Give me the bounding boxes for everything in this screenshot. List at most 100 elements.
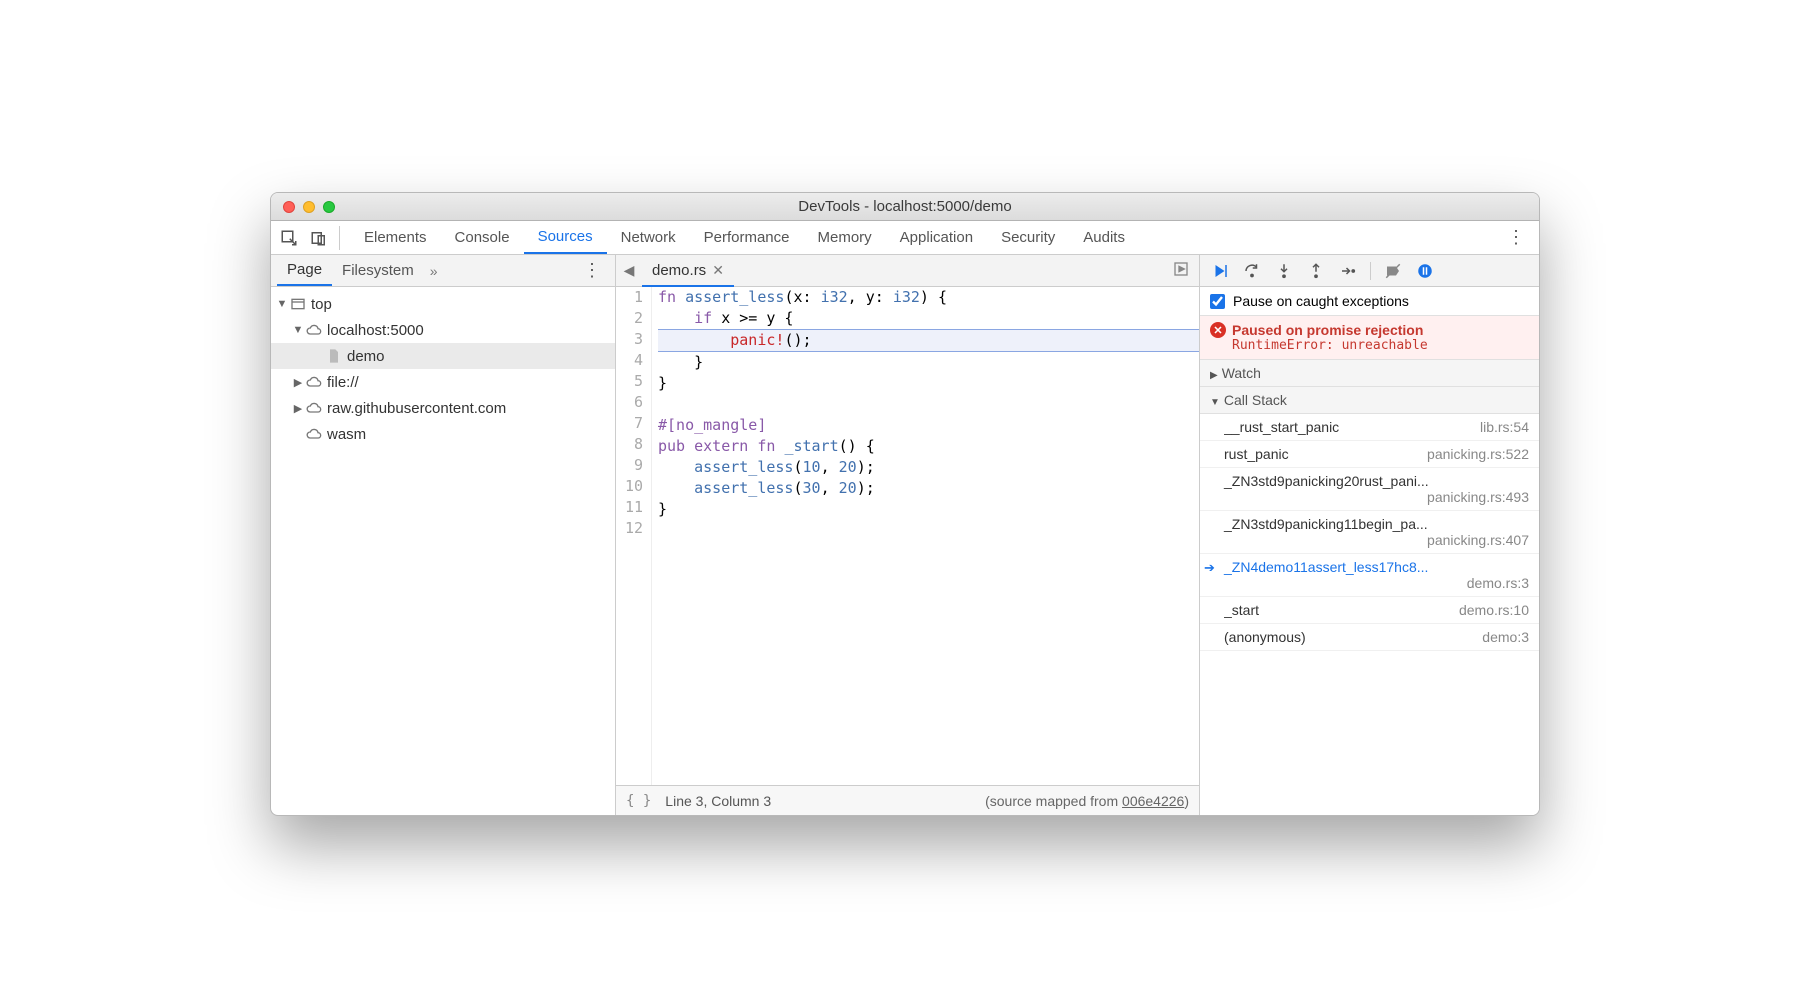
tab-performance[interactable]: Performance	[690, 221, 804, 254]
stack-frame-location: demo.rs:10	[1453, 602, 1529, 618]
editor-tab-demo-rs[interactable]: demo.rs ✕	[642, 256, 734, 287]
deactivate-breakpoints-button[interactable]	[1379, 259, 1407, 283]
stack-frame-function: _ZN4demo11assert_less17hc8...	[1224, 559, 1428, 575]
main-tabs-row: ElementsConsoleSourcesNetworkPerformance…	[271, 221, 1539, 255]
cloud-icon	[305, 321, 323, 339]
window-icon	[289, 295, 307, 313]
main-tabs-more-icon[interactable]: ⋮	[1499, 227, 1533, 248]
stack-frame-location: panicking.rs:522	[1421, 446, 1529, 462]
window-title: DevTools - localhost:5000/demo	[271, 198, 1539, 215]
stack-frame[interactable]: __rust_start_panic lib.rs:54	[1200, 414, 1539, 441]
tree-host-label: localhost:5000	[327, 322, 424, 339]
cursor-position: Line 3, Column 3	[665, 793, 771, 809]
tree-file-scheme-label: file://	[327, 374, 359, 391]
error-icon: ✕	[1210, 322, 1226, 338]
cloud-icon	[305, 399, 323, 417]
file-icon	[325, 347, 343, 365]
titlebar: DevTools - localhost:5000/demo	[271, 193, 1539, 221]
stack-frame[interactable]: ➔ _ZN4demo11assert_less17hc8...demo.rs:3	[1200, 554, 1539, 597]
navigator-tab-page[interactable]: Page	[277, 255, 332, 286]
code-line-6[interactable]	[658, 394, 1199, 415]
stack-frame-function: (anonymous)	[1224, 629, 1306, 645]
editor-nav-back-icon[interactable]: ◀	[616, 262, 642, 279]
stack-frame[interactable]: _ZN3std9panicking20rust_pani...panicking…	[1200, 468, 1539, 511]
tab-application[interactable]: Application	[886, 221, 987, 254]
device-toolbar-icon[interactable]	[307, 226, 331, 250]
code-line-8[interactable]: pub extern fn _start() {	[658, 436, 1199, 457]
resume-button[interactable]	[1206, 259, 1234, 283]
devtools-window: DevTools - localhost:5000/demo ElementsC…	[270, 192, 1540, 816]
code-line-4[interactable]: }	[658, 352, 1199, 373]
navigator-menu-icon[interactable]: ⋮	[575, 260, 609, 281]
code-line-3[interactable]: panic!();	[658, 329, 1199, 352]
tab-network[interactable]: Network	[607, 221, 690, 254]
stack-frame-function: _ZN3std9panicking20rust_pani...	[1224, 473, 1429, 489]
tree-file-label: demo	[347, 348, 385, 365]
stack-frame-function: __rust_start_panic	[1224, 419, 1339, 435]
source-map-link[interactable]: 006e4226	[1122, 793, 1184, 809]
code-line-5[interactable]: }	[658, 373, 1199, 394]
tree-file-scheme[interactable]: ▶ file://	[271, 369, 615, 395]
stack-frame-function: _ZN3std9panicking11begin_pa...	[1224, 516, 1428, 532]
pause-reason-alert: ✕Paused on promise rejection RuntimeErro…	[1200, 316, 1539, 360]
tree-wasm-label: wasm	[327, 426, 366, 443]
watch-section-label: Watch	[1222, 365, 1261, 381]
step-out-button[interactable]	[1302, 259, 1330, 283]
format-code-button[interactable]: { }	[626, 793, 651, 809]
tab-security[interactable]: Security	[987, 221, 1069, 254]
current-frame-arrow-icon: ➔	[1204, 560, 1215, 576]
tree-raw-github-label: raw.githubusercontent.com	[327, 400, 506, 417]
stack-frame-location: demo.rs:3	[1224, 575, 1529, 591]
callstack-section-header[interactable]: Call Stack	[1200, 387, 1539, 414]
pause-reason-detail: RuntimeError: unreachable	[1210, 338, 1529, 353]
code-editor[interactable]: 123456789101112 fn assert_less(x: i32, y…	[616, 287, 1199, 785]
tab-sources[interactable]: Sources	[524, 221, 607, 254]
stack-frame-location: demo:3	[1476, 629, 1529, 645]
callstack-section-label: Call Stack	[1224, 392, 1287, 408]
tree-file-demo[interactable]: demo	[271, 343, 615, 369]
navigator-tab-filesystem[interactable]: Filesystem	[332, 255, 424, 286]
code-line-2[interactable]: if x >= y {	[658, 308, 1199, 329]
debug-toolbar	[1200, 255, 1539, 287]
code-line-9[interactable]: assert_less(10, 20);	[658, 457, 1199, 478]
tree-host[interactable]: ▼ localhost:5000	[271, 317, 615, 343]
stack-frame-function: rust_panic	[1224, 446, 1289, 462]
pause-on-caught-checkbox-row[interactable]: Pause on caught exceptions	[1200, 287, 1539, 316]
tab-memory[interactable]: Memory	[804, 221, 886, 254]
code-line-10[interactable]: assert_less(30, 20);	[658, 478, 1199, 499]
tree-top[interactable]: ▼ top	[271, 291, 615, 317]
step-into-button[interactable]	[1270, 259, 1298, 283]
tree-wasm[interactable]: wasm	[271, 421, 615, 447]
tree-top-label: top	[311, 296, 332, 313]
pause-on-exceptions-button[interactable]	[1411, 259, 1439, 283]
tab-console[interactable]: Console	[441, 221, 524, 254]
editor-run-indicator-icon[interactable]	[1163, 261, 1199, 281]
code-line-1[interactable]: fn assert_less(x: i32, y: i32) {	[658, 287, 1199, 308]
navigator-panel: PageFilesystem » ⋮ ▼ top ▼ localhost:500…	[271, 255, 616, 815]
step-over-button[interactable]	[1238, 259, 1266, 283]
code-line-11[interactable]: }	[658, 499, 1199, 520]
stack-frame[interactable]: rust_panic panicking.rs:522	[1200, 441, 1539, 468]
editor-panel: ◀ demo.rs ✕ 123456789101112 fn assert_le…	[616, 255, 1199, 815]
stack-frame-location: panicking.rs:407	[1224, 532, 1529, 548]
close-icon[interactable]: ✕	[712, 262, 724, 279]
cloud-icon	[305, 425, 323, 443]
editor-status-bar: { } Line 3, Column 3 (source mapped from…	[616, 785, 1199, 815]
navigator-more-tabs-icon[interactable]: »	[424, 263, 444, 279]
code-line-7[interactable]: #[no_mangle]	[658, 415, 1199, 436]
stack-frame[interactable]: _ZN3std9panicking11begin_pa...panicking.…	[1200, 511, 1539, 554]
tab-elements[interactable]: Elements	[350, 221, 441, 254]
watch-section-header[interactable]: Watch	[1200, 360, 1539, 387]
stack-frame[interactable]: _start demo.rs:10	[1200, 597, 1539, 624]
pause-on-caught-checkbox[interactable]	[1210, 294, 1225, 309]
stack-frame-function: _start	[1224, 602, 1259, 618]
code-line-12[interactable]	[658, 520, 1199, 541]
stack-frame[interactable]: (anonymous) demo:3	[1200, 624, 1539, 651]
step-button[interactable]	[1334, 259, 1362, 283]
tree-raw-github[interactable]: ▶ raw.githubusercontent.com	[271, 395, 615, 421]
inspect-element-icon[interactable]	[277, 226, 301, 250]
tab-audits[interactable]: Audits	[1069, 221, 1139, 254]
pause-on-caught-label: Pause on caught exceptions	[1233, 293, 1409, 309]
stack-frame-location: panicking.rs:493	[1224, 489, 1529, 505]
stack-frame-location: lib.rs:54	[1474, 419, 1529, 435]
